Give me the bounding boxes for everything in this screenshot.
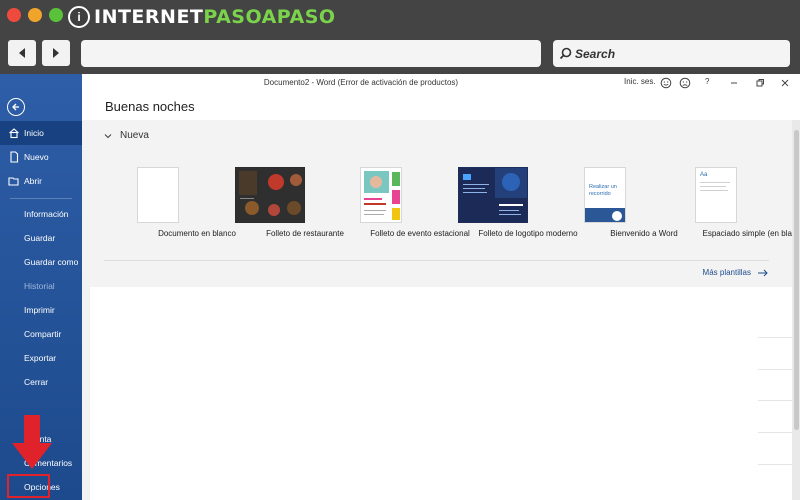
minimize-window-button[interactable] bbox=[28, 8, 42, 22]
template-thumbnail bbox=[360, 167, 402, 223]
sidebar-item-label: Nuevo bbox=[24, 152, 49, 162]
forward-button[interactable] bbox=[42, 40, 70, 66]
sidebar-item-informacion[interactable]: Información bbox=[0, 202, 82, 226]
folder-open-icon bbox=[8, 177, 19, 186]
frown-icon[interactable] bbox=[679, 77, 691, 89]
browser-toolbar: Search bbox=[0, 34, 800, 74]
arrow-right-icon bbox=[758, 269, 768, 276]
sidebar-item-label: Cerrar bbox=[24, 377, 49, 387]
document-title: Documento2 - Word (Error de activación d… bbox=[263, 78, 459, 87]
sidebar-item-label: Guardar bbox=[24, 233, 56, 243]
search-icon bbox=[559, 47, 572, 60]
sidebar-item-label: Guardar como bbox=[24, 257, 79, 267]
scrollbar-thumb[interactable] bbox=[794, 130, 799, 430]
sidebar-item-inicio[interactable]: Inicio bbox=[0, 121, 82, 145]
new-document-icon bbox=[10, 151, 19, 163]
word-backstage-window: Inicio Nuevo Abrir Información Guardar G… bbox=[0, 74, 800, 500]
home-content: Nueva Documento en blanco Folleto de res… bbox=[82, 120, 800, 500]
template-thumbnail: Realizar un recorrido bbox=[584, 167, 626, 223]
sidebar-item-cerrar[interactable]: Cerrar bbox=[0, 370, 82, 394]
word-titlebar: Documento2 - Word (Error de activación d… bbox=[82, 74, 800, 94]
logo-text-pasoapaso: PASOAPASO bbox=[203, 6, 336, 28]
arrow-left-icon bbox=[12, 103, 19, 111]
section-divider bbox=[104, 260, 769, 261]
sidebar-item-compartir[interactable]: Compartir bbox=[0, 322, 82, 346]
sidebar-item-nuevo[interactable]: Nuevo bbox=[0, 145, 82, 169]
address-bar[interactable] bbox=[81, 40, 541, 67]
sidebar-item-imprimir[interactable]: Imprimir bbox=[0, 298, 82, 322]
spacing-thumb-text: Aa bbox=[700, 172, 708, 178]
smile-icon[interactable] bbox=[660, 77, 672, 89]
greeting-heading: Buenas noches bbox=[105, 99, 195, 114]
sidebar-item-historial: Historial bbox=[0, 274, 82, 298]
annotation-arrow-icon bbox=[12, 415, 52, 469]
sidebar-divider bbox=[10, 198, 72, 199]
logo-badge: i bbox=[68, 6, 90, 28]
template-thumbnail: Aa bbox=[695, 167, 737, 223]
recent-documents-panel bbox=[90, 287, 758, 500]
browser-titlebar: i INTERNETPASOAPASO bbox=[0, 0, 800, 34]
seasonal-flyer-preview bbox=[361, 168, 401, 222]
logo-flyer-preview bbox=[459, 168, 527, 222]
sidebar-item-label: Exportar bbox=[24, 353, 57, 363]
help-button[interactable]: ? bbox=[705, 77, 709, 86]
template-thumbnail bbox=[137, 167, 179, 223]
sidebar-item-guardar-como[interactable]: Guardar como bbox=[0, 250, 82, 274]
home-icon bbox=[9, 128, 19, 139]
close-icon[interactable] bbox=[779, 77, 791, 89]
sidebar-item-label: Historial bbox=[24, 281, 55, 291]
welcome-thumb-text: Realizar un recorrido bbox=[589, 184, 617, 197]
minimize-icon[interactable] bbox=[728, 77, 740, 89]
sidebar-item-label: Información bbox=[24, 209, 69, 219]
template-thumbnail bbox=[235, 167, 305, 223]
sidebar-item-label: Abrir bbox=[24, 176, 42, 186]
logo-text-internet: INTERNET bbox=[94, 6, 204, 28]
maximize-window-button[interactable] bbox=[49, 8, 63, 22]
back-button[interactable] bbox=[8, 40, 36, 66]
annotation-highlight-box bbox=[7, 474, 50, 498]
sidebar-item-label: Imprimir bbox=[24, 305, 55, 315]
site-logo: i INTERNETPASOAPASO bbox=[68, 4, 336, 30]
restaurant-flyer-preview bbox=[236, 168, 304, 222]
back-button[interactable] bbox=[7, 98, 25, 116]
sign-in-link[interactable]: Inic. ses. bbox=[624, 77, 656, 86]
sidebar-item-exportar[interactable]: Exportar bbox=[0, 346, 82, 370]
new-section-toggle[interactable]: Nueva bbox=[104, 130, 149, 141]
close-window-button[interactable] bbox=[7, 8, 21, 22]
section-title-text: Nueva bbox=[120, 130, 149, 141]
arrow-left-icon bbox=[19, 48, 25, 58]
arrow-right-icon bbox=[53, 48, 59, 58]
arrow-circle-icon bbox=[612, 211, 622, 221]
sidebar-item-guardar[interactable]: Guardar bbox=[0, 226, 82, 250]
sidebar-item-label: Compartir bbox=[24, 329, 62, 339]
template-label: Espaciado simple (en blanco) bbox=[702, 229, 800, 238]
sidebar-item-abrir[interactable]: Abrir bbox=[0, 169, 82, 193]
sidebar-item-label: Inicio bbox=[24, 128, 44, 138]
more-templates-link[interactable]: Más plantillas bbox=[703, 268, 769, 277]
search-label: Search bbox=[575, 46, 616, 61]
more-templates-label: Más plantillas bbox=[702, 268, 751, 277]
template-thumbnail bbox=[458, 167, 528, 223]
chevron-down-icon bbox=[104, 133, 112, 138]
search-input[interactable]: Search bbox=[553, 40, 790, 67]
restore-icon[interactable] bbox=[754, 77, 766, 89]
